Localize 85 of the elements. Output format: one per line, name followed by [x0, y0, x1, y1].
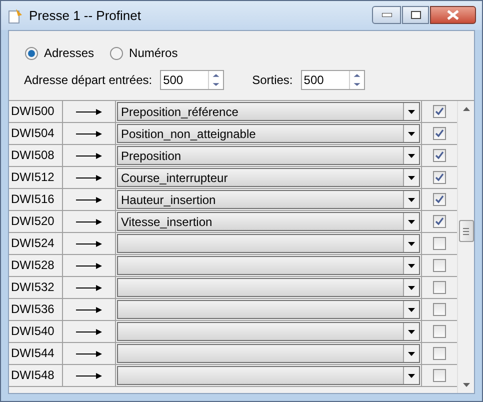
- radio-button[interactable]: [110, 46, 124, 60]
- address-cell: DWI520: [9, 211, 63, 232]
- minimize-button[interactable]: [372, 6, 401, 24]
- variable-dropdown[interactable]: Vitesse_insertion: [117, 212, 420, 231]
- address-cell: DWI532: [9, 277, 63, 298]
- number-field[interactable]: 500: [300, 70, 365, 90]
- variable-dropdown[interactable]: [117, 234, 420, 253]
- scrollbar[interactable]: [457, 101, 474, 393]
- close-icon: [447, 10, 459, 20]
- checkbox[interactable]: [433, 303, 446, 316]
- scroll-down-icon[interactable]: [462, 383, 470, 387]
- scroll-up-icon[interactable]: [462, 107, 470, 111]
- dropdown-caret-icon: [408, 110, 415, 114]
- checkbox[interactable]: [433, 325, 446, 338]
- checkbox[interactable]: [433, 281, 446, 294]
- variable-dropdown[interactable]: Preposition: [117, 146, 420, 165]
- field-label: Sorties:: [252, 72, 293, 89]
- radio-option[interactable]: Numéros: [110, 44, 178, 62]
- dropdown-caret-icon: [408, 352, 415, 356]
- address-cell: DWI548: [9, 365, 63, 386]
- variable-dropdown[interactable]: Position_non_atteignable: [117, 124, 420, 143]
- arrow-icon: [76, 306, 102, 312]
- address-cell: DWI536: [9, 299, 63, 320]
- address-cell: DWI528: [9, 255, 63, 276]
- dropdown-caret-icon: [408, 330, 415, 334]
- checkbox[interactable]: [433, 105, 446, 118]
- arrow-icon: [76, 262, 102, 268]
- variable-dropdown[interactable]: [117, 322, 420, 341]
- dropdown-caret-icon: [408, 374, 415, 378]
- address-cell: DWI516: [9, 189, 63, 210]
- dropdown-caret-icon: [408, 308, 415, 312]
- number-field[interactable]: 500: [160, 70, 224, 90]
- variable-dropdown[interactable]: [117, 278, 420, 297]
- dropdown-caret-icon: [408, 176, 415, 180]
- variable-dropdown[interactable]: [117, 300, 420, 319]
- arrow-icon: [76, 196, 102, 202]
- checkbox[interactable]: [433, 369, 446, 382]
- checkbox[interactable]: [433, 215, 446, 228]
- checkbox[interactable]: [433, 237, 446, 250]
- variable-dropdown[interactable]: [117, 256, 420, 275]
- dropdown-caret-icon: [408, 132, 415, 136]
- arrow-icon: [76, 174, 102, 180]
- checkbox[interactable]: [433, 149, 446, 162]
- variable-dropdown[interactable]: [117, 366, 420, 385]
- checkbox[interactable]: [433, 259, 446, 272]
- checkbox[interactable]: [433, 171, 446, 184]
- dropdown-caret-icon: [408, 220, 415, 224]
- arrow-icon: [76, 240, 102, 246]
- variable-dropdown[interactable]: Preposition_référence: [117, 102, 420, 121]
- arrow-icon: [76, 130, 102, 136]
- minimize-icon: [382, 13, 392, 17]
- arrow-icon: [76, 284, 102, 290]
- address-cell: DWI524: [9, 233, 63, 254]
- variable-dropdown[interactable]: Hauteur_insertion: [117, 190, 420, 209]
- dropdown-caret-icon: [408, 198, 415, 202]
- dropdown-caret-icon: [408, 242, 415, 246]
- checkbox[interactable]: [433, 347, 446, 360]
- variable-dropdown[interactable]: [117, 344, 420, 363]
- address-cell: DWI508: [9, 145, 63, 166]
- radio-option[interactable]: Adresses: [25, 44, 94, 62]
- app-icon: [7, 8, 23, 24]
- arrow-icon: [76, 108, 102, 114]
- arrow-icon: [76, 152, 102, 158]
- dropdown-caret-icon: [408, 154, 415, 158]
- dropdown-caret-icon: [408, 264, 415, 268]
- checkbox[interactable]: [433, 127, 446, 140]
- address-cell: DWI500: [9, 101, 63, 122]
- dropdown-caret-icon: [408, 286, 415, 290]
- address-cell: DWI504: [9, 123, 63, 144]
- arrow-icon: [76, 218, 102, 224]
- address-cell: DWI544: [9, 343, 63, 364]
- maximize-icon: [410, 11, 420, 19]
- close-button[interactable]: [430, 6, 476, 24]
- arrow-icon: [76, 328, 102, 334]
- checkbox[interactable]: [433, 193, 446, 206]
- address-cell: DWI540: [9, 321, 63, 342]
- arrow-icon: [76, 372, 102, 378]
- scroll-thumb[interactable]: [458, 220, 474, 242]
- variable-dropdown[interactable]: Course_interrupteur: [117, 168, 420, 187]
- address-cell: DWI512: [9, 167, 63, 188]
- radio-button[interactable]: [25, 46, 38, 60]
- arrow-icon: [76, 350, 102, 356]
- maximize-button[interactable]: [402, 6, 429, 24]
- field-label: Adresse départ entrées:: [24, 72, 152, 89]
- window-title: Presse 1 -- Profinet: [29, 6, 142, 25]
